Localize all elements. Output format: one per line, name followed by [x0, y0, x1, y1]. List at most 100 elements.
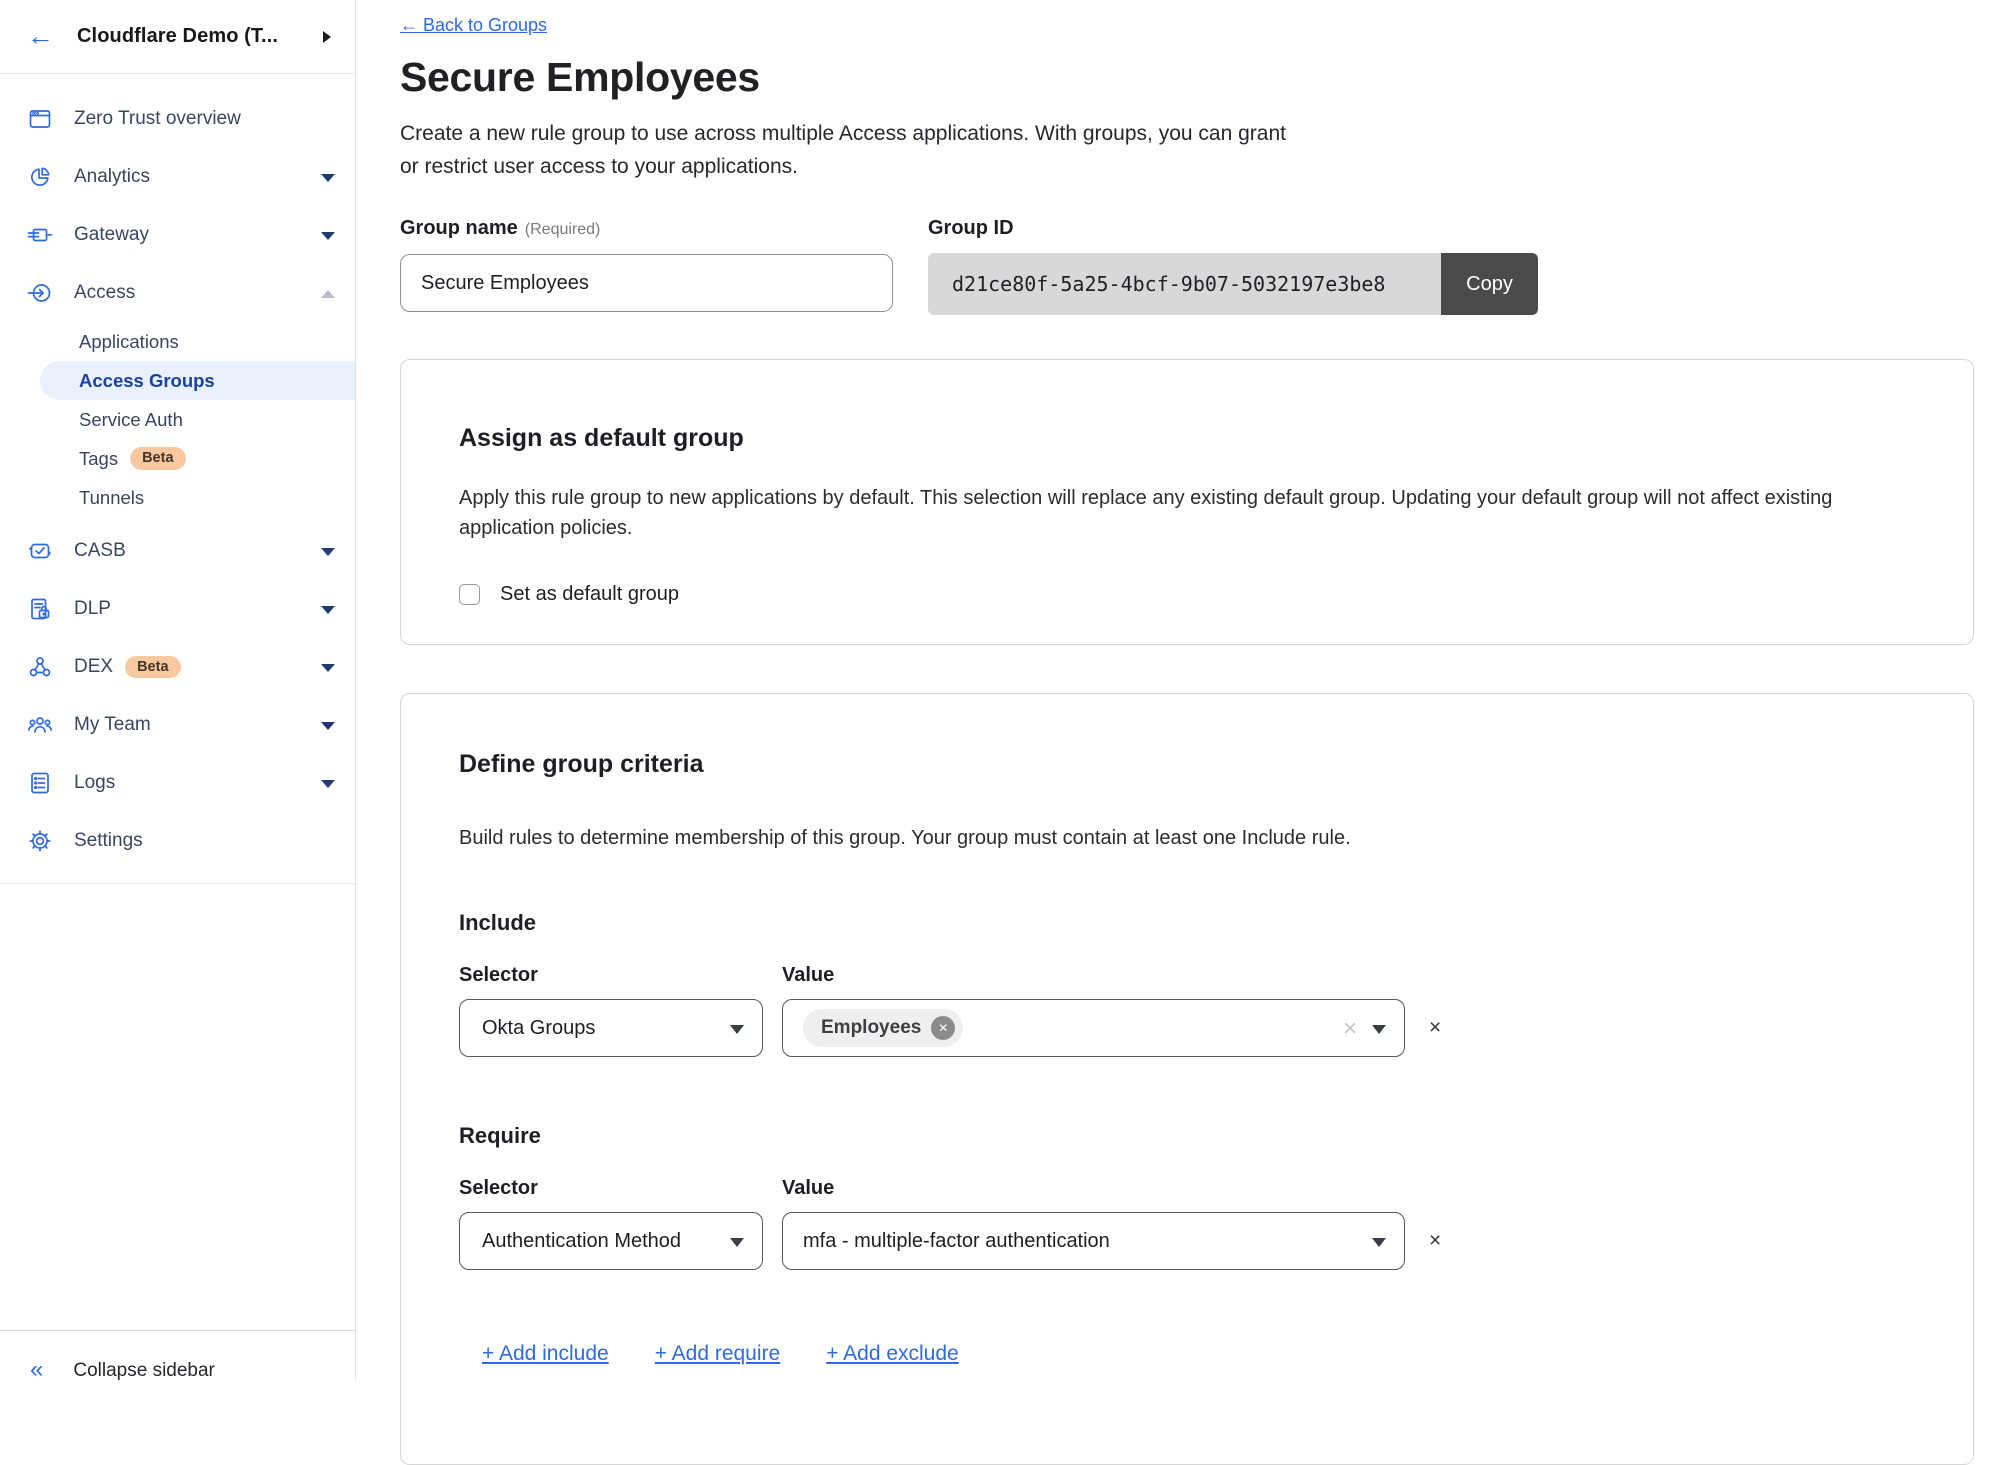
sidebar-item-casb[interactable]: CASB [0, 522, 355, 580]
add-include-link[interactable]: + Add include [482, 1342, 609, 1366]
chevron-down-icon [1372, 1025, 1386, 1034]
value-chip: Employees ✕ [803, 1009, 963, 1047]
require-selector-dropdown[interactable]: Authentication Method [459, 1212, 763, 1270]
gateway-icon [27, 222, 53, 248]
chevron-down-icon[interactable] [321, 606, 335, 614]
sidebar-item-tunnels[interactable]: Tunnels [0, 478, 355, 517]
chevron-down-icon[interactable] [321, 174, 335, 182]
required-hint: (Required) [525, 221, 601, 238]
include-selector-value: Okta Groups [482, 1017, 595, 1040]
page-description-line: Create a new rule group to use across mu… [400, 117, 1974, 150]
sidebar: ← Cloudflare Demo (T... Zero Trust overv… [0, 0, 356, 1381]
group-name-label: Group name [400, 217, 518, 239]
chevron-down-icon[interactable] [321, 722, 335, 730]
chevron-right-icon[interactable] [323, 31, 331, 43]
selector-column-label: Selector [459, 1177, 782, 1200]
default-group-checkbox-label: Set as default group [500, 583, 679, 606]
chevron-down-icon[interactable] [321, 664, 335, 672]
casb-icon [27, 538, 53, 564]
card-title: Define group criteria [459, 750, 1915, 779]
sidebar-item-logs[interactable]: Logs [0, 754, 355, 812]
card-body-line: Apply this rule group to new application… [459, 483, 1915, 513]
chevron-down-icon[interactable] [321, 780, 335, 788]
sidebar-item-settings[interactable]: Settings [0, 812, 355, 870]
page-title: Secure Employees [400, 54, 1974, 101]
include-heading: Include [459, 910, 1915, 936]
sidebar-item-zero-trust-overview[interactable]: Zero Trust overview [0, 90, 355, 148]
add-rule-links: + Add include + Add require + Add exclud… [459, 1342, 1915, 1366]
group-name-field-block: Group name (Required) [400, 217, 893, 315]
require-value: mfa - multiple-factor authentication [803, 1230, 1110, 1253]
access-submenu: Applications Access Groups Service Auth … [0, 322, 355, 517]
selector-column-label: Selector [459, 964, 782, 987]
sidebar-item-access[interactable]: Access [0, 264, 355, 322]
sidebar-item-label: Gateway [74, 224, 149, 246]
sidebar-item-label: Settings [74, 830, 143, 852]
chevron-down-icon[interactable] [321, 548, 335, 556]
back-arrow-icon[interactable]: ← [27, 21, 67, 52]
group-id-value: d21ce80f-5a25-4bcf-9b07-5032197e3be8 [928, 253, 1441, 315]
access-icon [27, 280, 53, 306]
group-name-input[interactable] [400, 254, 893, 312]
sidebar-item-service-auth[interactable]: Service Auth [0, 400, 355, 439]
main-content: ← Back to Groups Secure Employees Create… [400, 0, 1974, 1465]
sidebar-item-label: Logs [74, 772, 115, 794]
chevron-up-icon[interactable] [321, 290, 335, 298]
sidebar-item-label: CASB [74, 540, 126, 562]
group-identity-row: Group name (Required) Group ID d21ce80f-5… [400, 217, 1974, 315]
include-value-multiselect[interactable]: Employees ✕ ✕ [782, 999, 1405, 1057]
sidebar-item-dex[interactable]: DEX Beta [0, 638, 355, 696]
sidebar-item-label: My Team [74, 714, 151, 736]
sidebar-item-label: DLP [74, 598, 111, 620]
cluster-icon [27, 654, 53, 680]
account-name[interactable]: Cloudflare Demo (T... [77, 25, 278, 48]
sidebar-item-label: Access [74, 282, 135, 304]
pie-chart-icon [27, 164, 53, 190]
page-description: Create a new rule group to use across mu… [400, 117, 1974, 183]
card-body-line: application policies. [459, 513, 1915, 543]
sidebar-item-access-groups[interactable]: Access Groups [40, 361, 355, 400]
add-exclude-link[interactable]: + Add exclude [826, 1342, 959, 1366]
list-icon [27, 770, 53, 796]
default-group-checkbox[interactable] [459, 584, 480, 605]
remove-include-rule-icon[interactable]: × [1429, 1016, 1441, 1040]
card-body: Apply this rule group to new application… [459, 483, 1915, 543]
clear-values-icon[interactable]: ✕ [1342, 1018, 1358, 1041]
copy-button[interactable]: Copy [1441, 253, 1538, 315]
chip-remove-icon[interactable]: ✕ [931, 1016, 955, 1040]
sidebar-item-analytics[interactable]: Analytics [0, 148, 355, 206]
require-value-dropdown[interactable]: mfa - multiple-factor authentication [782, 1212, 1405, 1270]
team-icon [27, 712, 53, 738]
sidebar-header: ← Cloudflare Demo (T... [0, 0, 355, 74]
window-icon [27, 106, 53, 132]
include-selector-dropdown[interactable]: Okta Groups [459, 999, 763, 1057]
sidebar-item-dlp[interactable]: DLP [0, 580, 355, 638]
value-column-label: Value [782, 1177, 834, 1200]
collapse-sidebar-label: Collapse sidebar [73, 1340, 215, 1382]
beta-badge: Beta [130, 447, 185, 470]
group-id-label: Group ID [928, 217, 1538, 240]
sidebar-item-my-team[interactable]: My Team [0, 696, 355, 754]
sidebar-divider [0, 883, 355, 884]
chevron-down-icon [1372, 1238, 1386, 1247]
document-lock-icon [27, 596, 53, 622]
gear-icon [27, 828, 53, 854]
back-to-groups-link[interactable]: ← Back to Groups [400, 15, 547, 36]
add-require-link[interactable]: + Add require [655, 1342, 781, 1366]
sidebar-nav: Zero Trust overview Analytics Gateway [0, 74, 355, 884]
card-title: Assign as default group [459, 424, 1915, 453]
chevron-down-icon[interactable] [321, 232, 335, 240]
remove-require-rule-icon[interactable]: × [1429, 1229, 1441, 1253]
page-description-line: or restrict user access to your applicat… [400, 150, 1974, 183]
sidebar-item-gateway[interactable]: Gateway [0, 206, 355, 264]
sidebar-item-label: Zero Trust overview [74, 108, 241, 130]
collapse-sidebar-button[interactable]: « Collapse sidebar [0, 1330, 355, 1390]
assign-default-group-card: Assign as default group Apply this rule … [400, 359, 1974, 645]
value-column-label: Value [782, 964, 834, 987]
sidebar-item-applications[interactable]: Applications [0, 322, 355, 361]
chevron-down-icon [730, 1238, 744, 1247]
sidebar-item-tags[interactable]: Tags Beta [0, 439, 355, 478]
sidebar-item-label: DEX [74, 656, 113, 678]
require-selector-value: Authentication Method [482, 1230, 681, 1253]
require-heading: Require [459, 1123, 1915, 1149]
